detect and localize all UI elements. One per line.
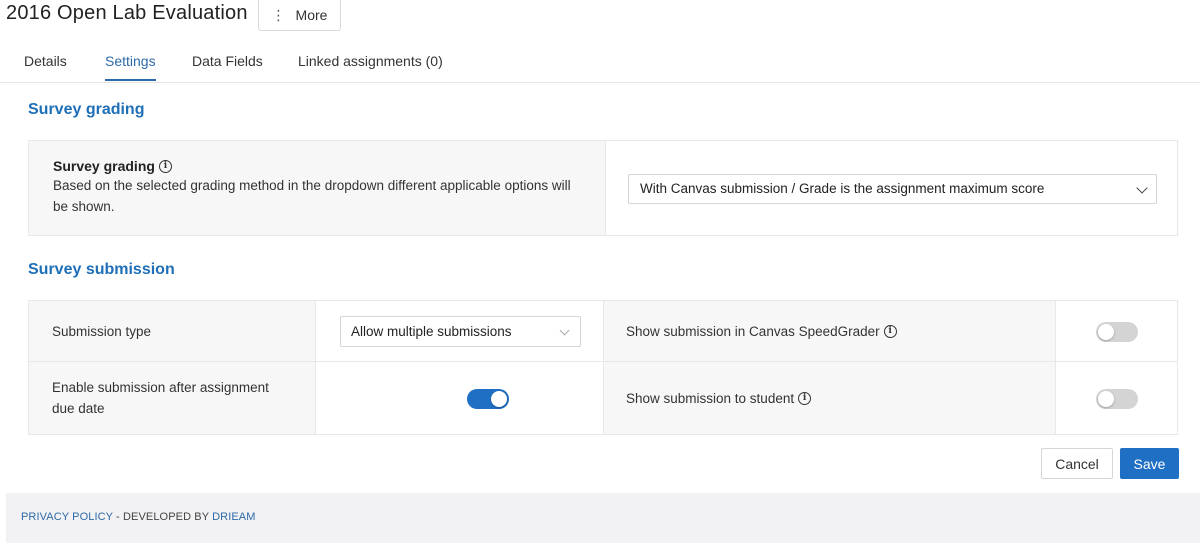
to-student-label-row: Show submission to student i: [626, 388, 812, 409]
speedgrader-label-row: Show submission in Canvas SpeedGrader i: [626, 321, 897, 342]
more-vertical-icon: ⋮: [271, 7, 286, 23]
grading-method-select[interactable]: With Canvas submission / Grade is the as…: [628, 174, 1157, 204]
footer: PRIVACY POLICY - DEVELOPED BY DRIEAM: [6, 493, 1200, 543]
privacy-policy-link[interactable]: PRIVACY POLICY: [21, 511, 113, 523]
tab-bar: Details Settings Data Fields Linked assi…: [0, 44, 1200, 83]
speedgrader-cell: Show submission in Canvas SpeedGrader i: [604, 301, 1056, 362]
survey-grading-info: Survey grading i Based on the selected g…: [29, 141, 605, 235]
survey-submission-panel: Submission type Allow multiple submissio…: [28, 300, 1178, 435]
tab-details[interactable]: Details: [24, 53, 67, 79]
survey-grading-panel: Survey grading i Based on the selected g…: [28, 140, 1178, 236]
after-due-label: Enable submission after assignment due d…: [52, 380, 269, 416]
submission-type-value: Allow multiple submissions: [351, 324, 512, 339]
survey-grading-label: Survey grading: [53, 158, 155, 174]
page-title: 2016 Open Lab Evaluation: [6, 2, 248, 24]
submission-type-select-cell: Allow multiple submissions: [316, 301, 604, 362]
submission-type-select[interactable]: Allow multiple submissions: [340, 316, 581, 347]
toggle-knob: [1098, 324, 1114, 340]
info-icon[interactable]: i: [798, 391, 812, 405]
survey-submission-section-title: Survey submission: [28, 261, 175, 278]
to-student-cell: Show submission to student i: [604, 362, 1056, 434]
info-icon[interactable]: i: [158, 159, 172, 173]
tab-data-fields[interactable]: Data Fields: [192, 53, 263, 79]
after-due-cell: Enable submission after assignment due d…: [29, 362, 316, 434]
more-button[interactable]: ⋮ More: [258, 0, 341, 31]
toggle-knob: [491, 391, 507, 407]
speedgrader-label: Show submission in Canvas SpeedGrader: [626, 323, 880, 339]
footer-text: PRIVACY POLICY - DEVELOPED BY DRIEAM: [21, 511, 256, 523]
tab-settings[interactable]: Settings: [105, 53, 156, 81]
cancel-button[interactable]: Cancel: [1041, 448, 1113, 479]
survey-grading-select-cell: With Canvas submission / Grade is the as…: [605, 141, 1177, 235]
to-student-label: Show submission to student: [626, 390, 795, 406]
to-student-toggle[interactable]: [1096, 389, 1138, 409]
to-student-toggle-cell: [1056, 362, 1177, 434]
speedgrader-toggle[interactable]: [1096, 322, 1138, 342]
tab-linked-assignments[interactable]: Linked assignments (0): [298, 53, 443, 79]
more-button-label: More: [295, 7, 328, 23]
developer-link[interactable]: DRIEAM: [212, 511, 255, 523]
info-icon[interactable]: i: [883, 324, 897, 338]
submission-type-label: Submission type: [52, 323, 152, 339]
footer-separator: - DEVELOPED BY: [112, 511, 213, 523]
survey-grading-label-row: Survey grading i: [53, 158, 581, 174]
submission-type-cell: Submission type: [29, 301, 316, 362]
save-button[interactable]: Save: [1120, 448, 1179, 479]
chevron-down-icon: [1136, 182, 1148, 194]
survey-grading-description: Based on the selected grading method in …: [53, 178, 571, 214]
survey-grading-section-title: Survey grading: [28, 101, 145, 118]
after-due-toggle-cell: [316, 362, 604, 434]
speedgrader-toggle-cell: [1056, 301, 1177, 362]
grading-method-value: With Canvas submission / Grade is the as…: [640, 181, 1045, 196]
chevron-down-icon: [559, 325, 570, 336]
after-due-toggle[interactable]: [467, 389, 509, 409]
toggle-knob: [1098, 391, 1114, 407]
